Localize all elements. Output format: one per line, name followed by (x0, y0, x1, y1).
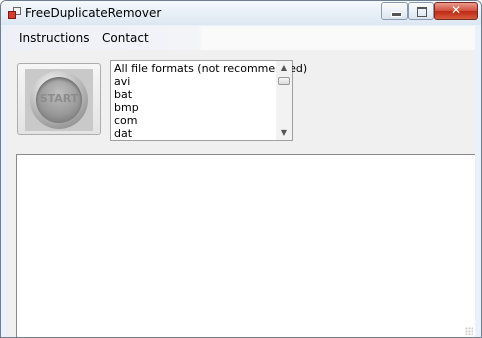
resize-grip-icon[interactable] (465, 327, 473, 335)
list-item[interactable]: com (114, 114, 274, 127)
listbox-scrollbar[interactable]: ▲ ▼ (276, 61, 292, 140)
menu-contact[interactable]: Contact (102, 31, 149, 45)
file-type-list: All file formats (not recommended) avi b… (114, 62, 307, 140)
maximize-button[interactable] (408, 2, 434, 20)
list-item[interactable]: All file formats (not recommended) (114, 62, 307, 75)
menu-bar: Instructions Contact (8, 26, 475, 50)
minimize-icon (391, 12, 402, 17)
start-circle-icon: START (30, 71, 88, 129)
client-area: Instructions Contact START All file form… (8, 26, 475, 337)
minimize-button[interactable] (381, 2, 408, 20)
app-window: FreeDuplicateRemover ✕ Instructions Cont… (0, 0, 482, 338)
list-item[interactable]: bmp (114, 101, 274, 114)
menu-instructions[interactable]: Instructions (19, 31, 89, 45)
scroll-down-arrow-icon[interactable]: ▼ (276, 126, 292, 140)
start-label: START (39, 92, 79, 105)
file-type-listbox[interactable]: All file formats (not recommended) avi b… (110, 60, 307, 141)
start-image: START (25, 69, 93, 131)
app-icon[interactable] (8, 7, 21, 19)
maximize-icon (417, 7, 427, 17)
list-item[interactable]: bat (114, 88, 274, 101)
close-button[interactable]: ✕ (434, 2, 478, 20)
close-icon: ✕ (450, 3, 462, 17)
list-item[interactable]: dat (114, 127, 274, 140)
scroll-up-arrow-icon[interactable]: ▲ (276, 61, 292, 75)
start-button[interactable]: START (17, 63, 101, 135)
window-title: FreeDuplicateRemover (25, 6, 162, 20)
title-bar[interactable]: FreeDuplicateRemover ✕ (1, 1, 481, 25)
scroll-thumb[interactable] (278, 77, 290, 85)
list-item[interactable]: avi (114, 75, 274, 88)
results-textarea[interactable] (16, 154, 475, 337)
